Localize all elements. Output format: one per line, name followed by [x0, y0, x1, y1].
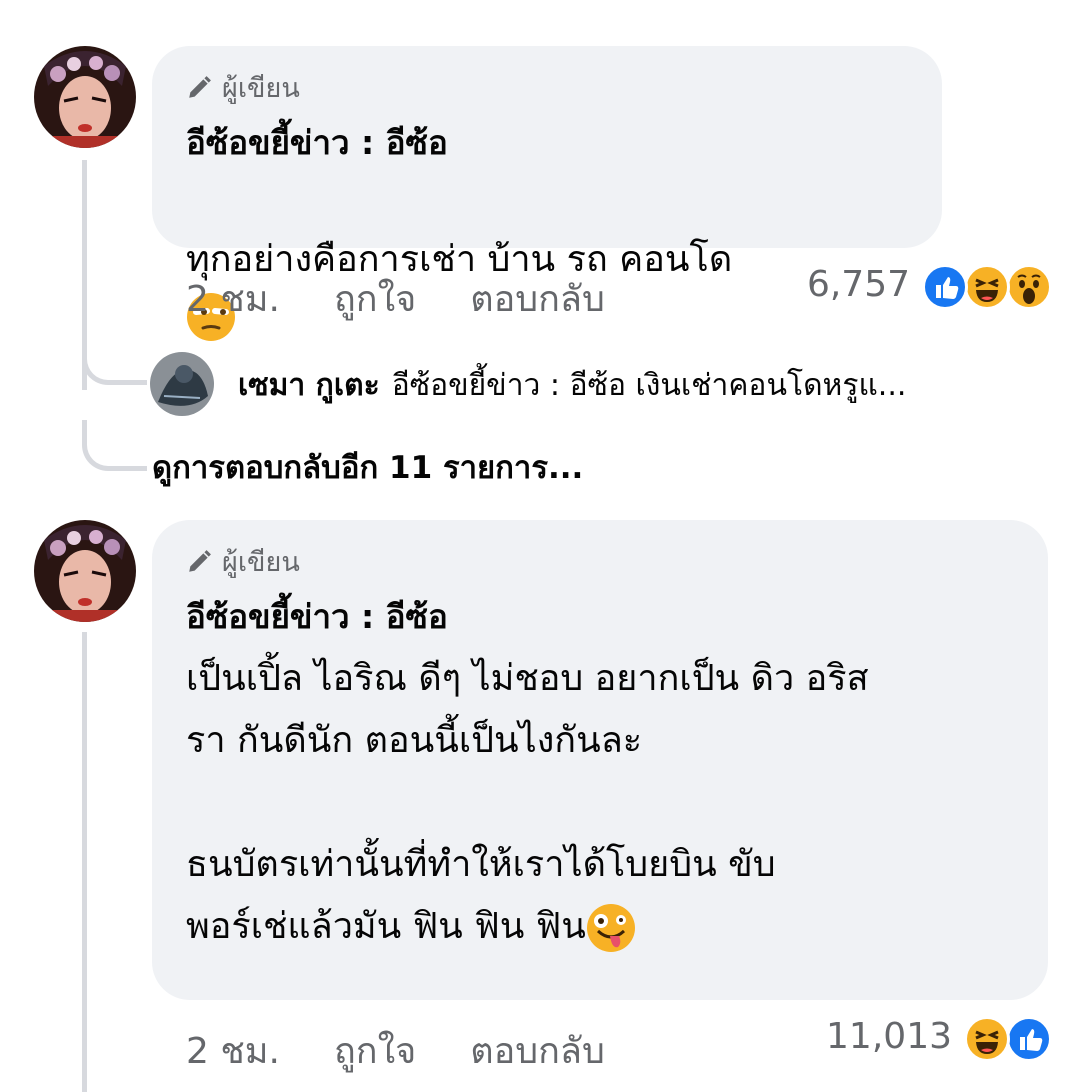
author-badge-label: ผู้เขียน	[222, 547, 300, 578]
zany-face-emoji	[586, 904, 635, 952]
thread-elbow-reply	[82, 330, 147, 385]
avatar[interactable]	[34, 520, 136, 622]
pencil-icon	[189, 549, 211, 572]
comment-time[interactable]: 2 ชม.	[186, 1022, 280, 1079]
pencil-icon	[189, 75, 211, 98]
reply-avatar[interactable]	[150, 352, 214, 416]
thread-line	[82, 632, 87, 1092]
reply-preview-text: อีซ้อขยี้ข่าว : อีซ้อ เงินเช่าคอนโดหรูแ.…	[391, 368, 907, 403]
commenter-name[interactable]: อีซ้อขยี้ข่าว : อีซ้อ	[186, 590, 448, 643]
like-reaction-icon[interactable]	[922, 264, 968, 310]
commenter-name[interactable]: อีซ้อขยี้ข่าว : อีซ้อ	[186, 116, 448, 169]
wow-reaction-icon[interactable]	[1006, 264, 1052, 310]
comment-text: เป็นเปิ้ล ไอริณ ดีๆ ไม่ชอบ อยากเป็น ดิว …	[186, 648, 1026, 958]
author-badge: ผู้เขียน	[186, 66, 300, 109]
comment-actions: 2 ชม. ถูกใจ ตอบกลับ	[186, 1022, 659, 1079]
like-button[interactable]: ถูกใจ	[334, 1022, 416, 1079]
haha-reaction-icon[interactable]	[964, 264, 1010, 310]
avatar[interactable]	[34, 46, 136, 148]
author-badge: ผู้เขียน	[186, 540, 300, 583]
reply-preview[interactable]: เซมา กูเตะ อีซ้อขยี้ข่าว : อีซ้อ เงินเช่า…	[238, 362, 906, 409]
reply-button[interactable]: ตอบกลับ	[470, 1022, 605, 1079]
reaction-count[interactable]: 11,013	[826, 1016, 952, 1057]
comment-time[interactable]: 2 ชม.	[186, 270, 280, 327]
reply-author-name[interactable]: เซมา กูเตะ	[238, 368, 380, 403]
comment-actions: 2 ชม. ถูกใจ ตอบกลับ	[186, 270, 659, 327]
thread-elbow-more	[82, 420, 147, 471]
haha-reaction-icon[interactable]	[964, 1016, 1010, 1062]
view-more-replies-link[interactable]: ดูการตอบกลับอีก 11 รายการ...	[152, 442, 583, 492]
reaction-count[interactable]: 6,757	[807, 264, 910, 305]
reply-button[interactable]: ตอบกลับ	[470, 270, 605, 327]
author-badge-label: ผู้เขียน	[222, 73, 300, 104]
comment-text-body: เป็นเปิ้ล ไอริณ ดีๆ ไม่ชอบ อยากเป็น ดิว …	[186, 658, 869, 947]
like-button[interactable]: ถูกใจ	[334, 270, 416, 327]
like-reaction-icon[interactable]	[1006, 1016, 1052, 1062]
